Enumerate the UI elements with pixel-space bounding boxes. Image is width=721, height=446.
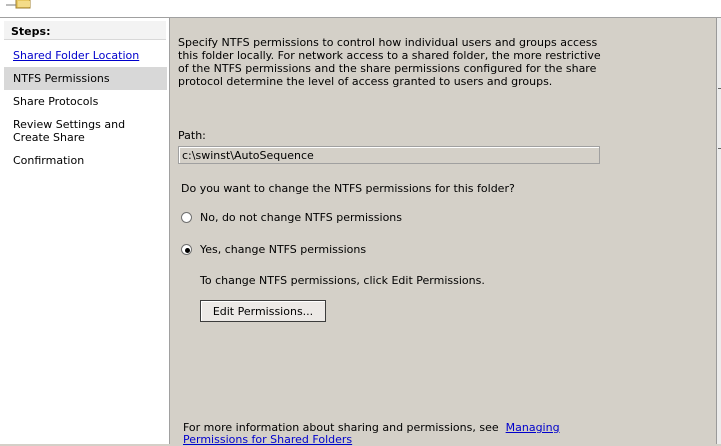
radio-selected-dot <box>185 248 190 253</box>
footer-help-text: For more information about sharing and p… <box>183 422 603 446</box>
window-frame-edge <box>716 18 721 444</box>
steps-title: Steps: <box>11 25 51 38</box>
step-label: Share Protocols <box>13 95 99 108</box>
step-share-protocols: Share Protocols <box>4 94 167 110</box>
radio-button-icon[interactable] <box>181 212 192 223</box>
step-review-settings: Review Settings and Create Share <box>4 117 167 147</box>
path-label: Path: <box>178 129 206 142</box>
intro-text: Specify NTFS permissions to control how … <box>178 36 601 88</box>
steps-header: Steps: <box>4 21 166 40</box>
step-label[interactable]: Shared Folder Location <box>4 48 167 62</box>
step-shared-folder-location[interactable]: Shared Folder Location <box>4 48 167 64</box>
radio-button-icon[interactable] <box>181 244 192 255</box>
radio-label[interactable]: No, do not change NTFS permissions <box>200 211 402 224</box>
step-confirmation: Confirmation <box>4 153 167 169</box>
step-label: NTFS Permissions <box>13 72 110 85</box>
step-label: Confirmation <box>13 154 85 167</box>
path-value: c:\swinst\AutoSequence <box>182 149 314 162</box>
step-label: Review Settings and Create Share <box>13 118 126 144</box>
step-ntfs-permissions[interactable]: NTFS Permissions <box>4 67 167 90</box>
wizard-banner <box>0 0 721 18</box>
edit-permissions-hint: To change NTFS permissions, click Edit P… <box>200 274 485 287</box>
ntfs-permissions-page: Specify NTFS permissions to control how … <box>170 18 716 446</box>
edit-permissions-button[interactable]: Edit Permissions... <box>200 300 326 322</box>
steps-pane: Steps: Shared Folder Location NTFS Permi… <box>0 18 170 444</box>
path-field[interactable]: c:\swinst\AutoSequence <box>178 146 600 164</box>
radio-label[interactable]: Yes, change NTFS permissions <box>200 243 366 256</box>
folder-share-icon <box>6 0 31 9</box>
ntfs-question: Do you want to change the NTFS permissio… <box>181 182 515 195</box>
